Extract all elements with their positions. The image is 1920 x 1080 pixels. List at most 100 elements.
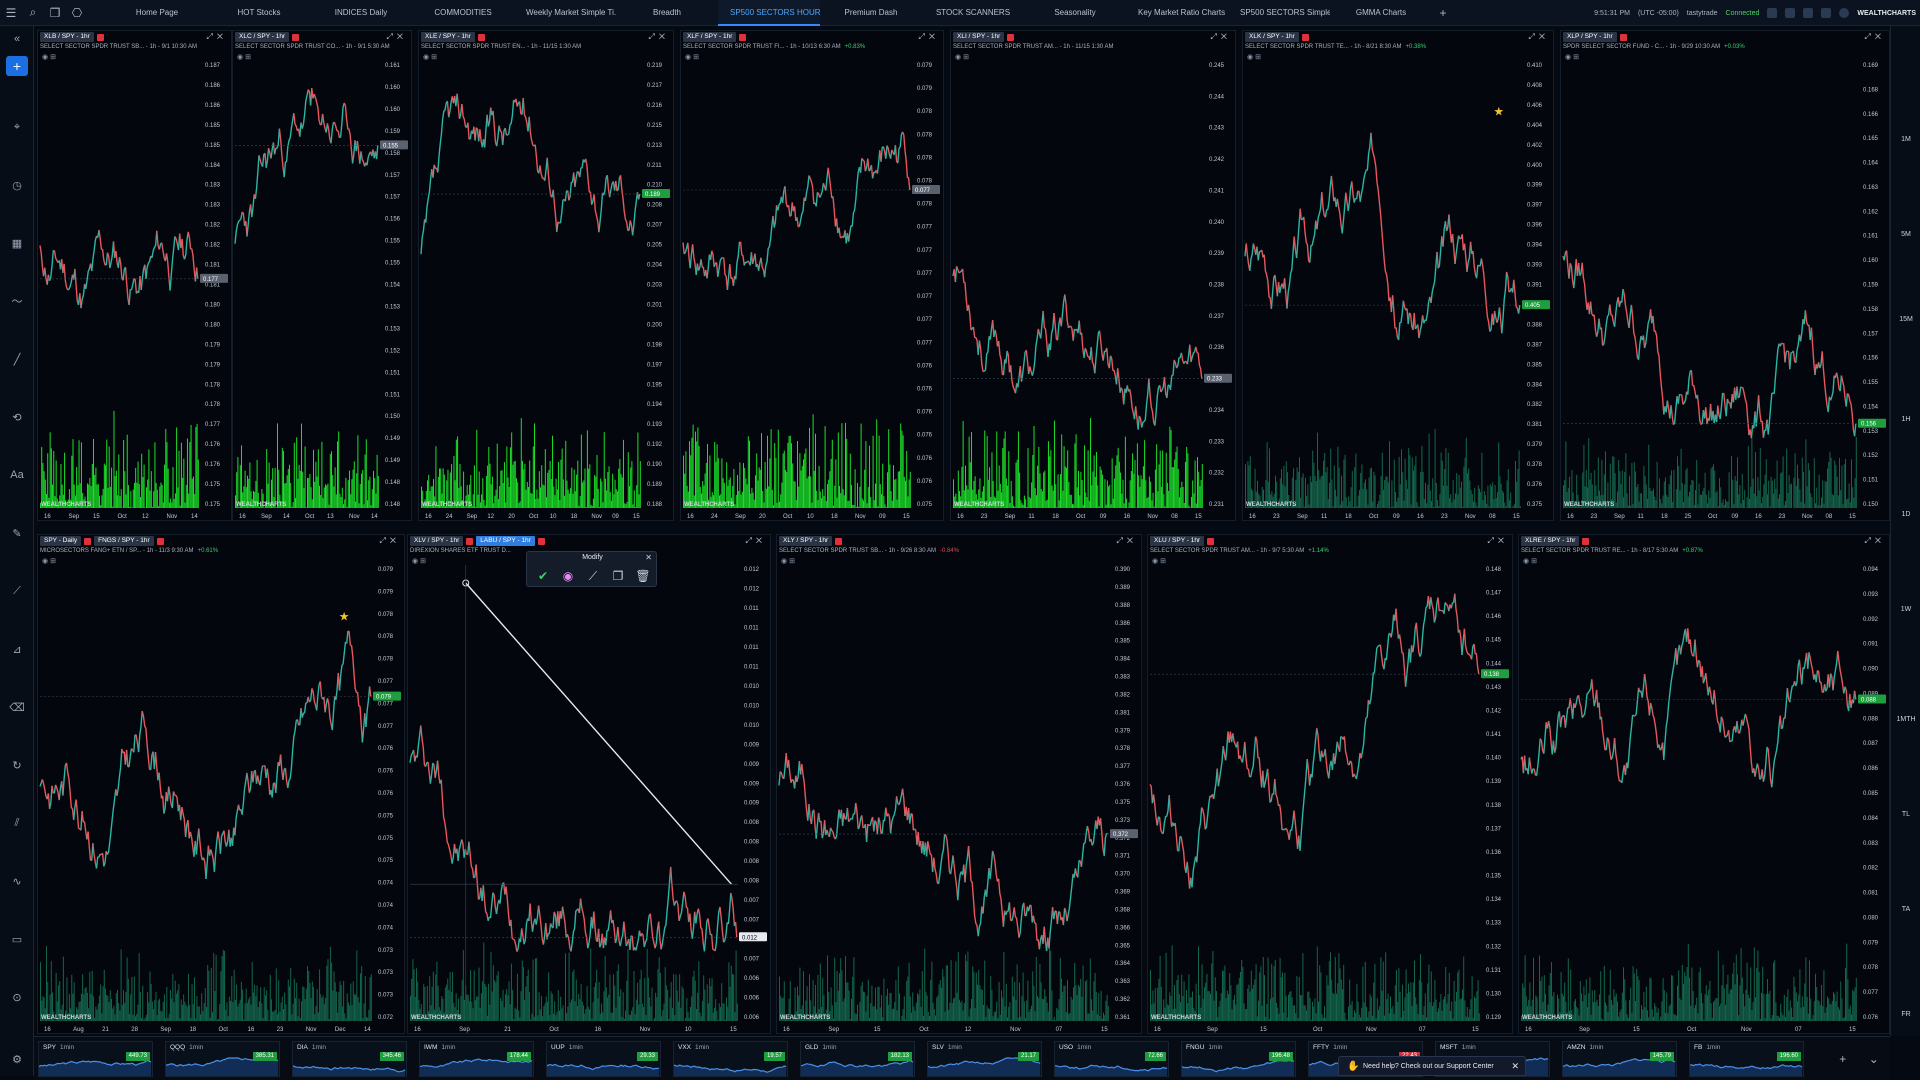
tab-gmma-charts[interactable]: GMMA Charts — [1330, 0, 1432, 26]
eye-icon[interactable]: ◉ — [685, 54, 693, 61]
measure-icon[interactable]: ⊿ — [8, 640, 26, 658]
chart-panel-p3[interactable]: 0.219 0.217 0.216 0.215 0.213 0.211 0.210 0.208… — [418, 30, 674, 521]
eye-icon[interactable]: ◉ — [412, 558, 420, 565]
symbol-color-icon[interactable] — [477, 33, 485, 41]
indicator-icon[interactable]: ⫽ — [8, 814, 26, 832]
price-chart[interactable]: 0.161 0.160 0.160 0.159 0.158 0.157 0.157 0.156… — [233, 31, 412, 521]
tab-seasonality[interactable]: Seasonality — [1024, 0, 1126, 26]
color-picker-icon[interactable]: ◉ — [560, 568, 576, 584]
eye-icon[interactable]: ◉ — [1247, 54, 1255, 61]
symbol-color-icon[interactable] — [1207, 537, 1215, 545]
mini-chart-fngu[interactable]: FNGU 1min 196.48 — [1181, 1041, 1296, 1077]
calendar-icon[interactable]: ▦ — [8, 234, 26, 252]
trash-icon[interactable]: 🗑 — [635, 568, 651, 584]
checkmark-icon[interactable]: ✔ — [535, 568, 551, 584]
close-icon[interactable]: ✕ — [929, 32, 939, 41]
price-chart[interactable]: 0.012 0.012 0.011 0.011 0.011 0.011 0.010 0.010… — [408, 535, 771, 1034]
brush-icon[interactable]: ✎ — [8, 524, 26, 542]
broker-name[interactable]: tastytrade — [1687, 10, 1718, 17]
price-chart[interactable]: 0.187 0.186 0.186 0.185 0.185 0.184 0.183 0.183… — [38, 31, 232, 521]
star-icon[interactable]: ★ — [1493, 105, 1504, 119]
symbol-chip[interactable]: XLV / SPY - 1hr — [410, 536, 464, 546]
support-toast[interactable]: ✋ Need help? Check out our Support Cente… — [1338, 1056, 1526, 1076]
price-chart[interactable]: 0.079 0.079 0.078 0.078 0.078 0.077 0.077 0.077… — [38, 535, 405, 1034]
symbol-color-icon[interactable] — [96, 33, 104, 41]
symbol-color-icon[interactable] — [156, 537, 164, 545]
settings-small-icon[interactable]: ⊞ — [1573, 54, 1579, 61]
close-icon[interactable]: ✕ — [1539, 32, 1549, 41]
maximize-icon[interactable]: ⤢ — [206, 32, 216, 41]
symbol-color-icon[interactable] — [537, 537, 545, 545]
settings-small-icon[interactable]: ⊞ — [50, 558, 56, 565]
tab-weekly-market-simple-ti-[interactable]: Weekly Market Simple Ti... — [514, 0, 616, 26]
avatar[interactable] — [1839, 8, 1850, 18]
symbol-chip[interactable]: XLY / SPY - 1hr — [779, 536, 833, 546]
trend-icon[interactable]: 〜 — [8, 292, 26, 310]
settings-small-icon[interactable]: ⊞ — [431, 54, 437, 61]
settings-small-icon[interactable]: ⊞ — [50, 54, 56, 61]
close-icon[interactable]: ✕ — [756, 536, 766, 545]
symbol-color-icon[interactable] — [1582, 537, 1590, 545]
symbol-color-icon[interactable] — [84, 537, 92, 545]
timeframe-1d[interactable]: 1D — [1891, 511, 1920, 518]
chart-panel-p7[interactable]: 0.169 0.168 0.166 0.165 0.164 0.163 0.162 0.161… — [1560, 30, 1890, 521]
eye-icon[interactable]: ◉ — [955, 54, 963, 61]
timeframe-1w[interactable]: 1W — [1891, 606, 1920, 613]
clock-icon[interactable]: ◷ — [8, 176, 26, 194]
maximize-icon[interactable]: ⤢ — [379, 536, 389, 545]
text-tool-icon[interactable]: Aa — [8, 466, 26, 484]
symbol-chip[interactable]: XLB / SPY - 1hr — [40, 32, 94, 42]
chart-panel-p9[interactable]: 0.012 0.012 0.011 0.011 0.011 0.011 0.010 0.010… — [407, 534, 771, 1034]
eye-icon[interactable]: ◉ — [1565, 54, 1573, 61]
layout-icon[interactable]: ❐ — [44, 0, 66, 26]
maximize-icon[interactable]: ⤢ — [1864, 32, 1874, 41]
overlay-symbol-chip[interactable]: FNGS / SPY - 1hr — [94, 536, 154, 546]
price-chart[interactable]: 0.245 0.244 0.243 0.242 0.241 0.240 0.239 0.238… — [951, 31, 1236, 521]
lock-icon[interactable]: ⊙ — [8, 988, 26, 1006]
maximize-icon[interactable]: ⤢ — [1528, 32, 1538, 41]
symbol-chip[interactable]: XLU / SPY - 1hr — [1150, 536, 1205, 546]
price-chart[interactable]: 0.148 0.147 0.146 0.145 0.144 0.143 0.142 0.141… — [1148, 535, 1513, 1034]
style-icon[interactable]: ⟋ — [585, 568, 601, 584]
symbol-color-icon[interactable] — [292, 33, 300, 41]
chart-panel-p10[interactable]: 0.390 0.389 0.388 0.386 0.385 0.384 0.383 0.382… — [776, 534, 1142, 1034]
symbol-color-icon[interactable] — [466, 537, 474, 545]
eye-icon[interactable]: ◉ — [423, 54, 431, 61]
close-icon[interactable]: ✕ — [1875, 32, 1885, 41]
chart-panel-p12[interactable]: 0.094 0.093 0.092 0.091 0.090 0.089 0.088 0.087… — [1518, 534, 1890, 1034]
timeframe-ta[interactable]: TA — [1891, 906, 1920, 913]
timeframe-1m[interactable]: 1M — [1891, 136, 1920, 143]
settings-small-icon[interactable]: ⊞ — [789, 558, 795, 565]
symbol-chip[interactable]: SPY - Daily — [40, 536, 82, 546]
settings-small-icon[interactable]: ⊞ — [1160, 558, 1166, 565]
timezone[interactable]: (UTC -05:00) — [1638, 10, 1679, 17]
timeframe-tl[interactable]: TL — [1891, 811, 1920, 818]
close-icon[interactable]: ✕ — [1875, 536, 1885, 545]
close-icon[interactable]: ✕ — [645, 553, 652, 562]
add-tab-icon[interactable]: + — [1432, 0, 1454, 26]
settings-small-icon[interactable]: ⊞ — [1531, 558, 1537, 565]
price-chart[interactable]: 0.219 0.217 0.216 0.215 0.213 0.211 0.210 0.208… — [419, 31, 674, 521]
close-icon[interactable]: ✕ — [1221, 32, 1231, 41]
maximize-icon[interactable]: ⤢ — [918, 32, 928, 41]
settings-small-icon[interactable]: ⊞ — [1255, 54, 1261, 61]
maximize-icon[interactable]: ⤢ — [1487, 536, 1497, 545]
timeframe-1h[interactable]: 1H — [1891, 416, 1920, 423]
tab-indices-daily[interactable]: INDICES Daily — [310, 0, 412, 26]
comment-icon[interactable]: ▭ — [8, 930, 26, 948]
eye-icon[interactable]: ◉ — [1152, 558, 1160, 565]
settings-small-icon[interactable]: ⊞ — [963, 54, 969, 61]
tab-sp500-sectors-hourly[interactable]: SP500 SECTORS HOURLY — [718, 0, 820, 26]
mini-chart-uup[interactable]: UUP 1min 29.33 — [546, 1041, 661, 1077]
collapse-icon[interactable]: « — [8, 30, 26, 48]
maximize-icon[interactable]: ⤢ — [1864, 536, 1874, 545]
maximize-icon[interactable]: ⤢ — [745, 536, 755, 545]
crosshair-icon[interactable]: ⌖ — [8, 118, 26, 136]
close-icon[interactable]: ✕ — [390, 536, 400, 545]
menu-icon[interactable]: ☰ — [0, 0, 22, 26]
close-icon[interactable]: ✕ — [1127, 536, 1137, 545]
settings-small-icon[interactable]: ⊞ — [420, 558, 426, 565]
tab-commodities[interactable]: COMMODITIES — [412, 0, 514, 26]
symbol-chip[interactable]: XLI / SPY - 1hr — [953, 32, 1005, 42]
clone-icon[interactable]: ❐ — [610, 568, 626, 584]
